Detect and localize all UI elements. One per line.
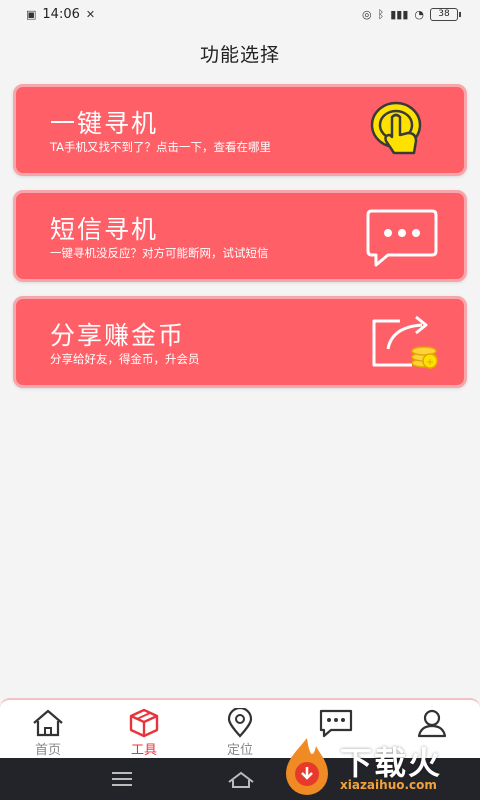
svg-text:+: + — [426, 357, 434, 368]
share-coins-icon: + — [372, 315, 438, 369]
status-time: 14:06 — [42, 6, 80, 22]
card-title: 分享赚金币 — [50, 321, 186, 350]
share-earn-card[interactable]: 分享赚金币 分享给好友，得金币，升会员 + — [13, 296, 467, 388]
home-icon — [33, 709, 63, 737]
nav-label: 工具 — [130, 743, 157, 758]
menu-icon[interactable] — [110, 770, 134, 788]
tap-hand-icon — [370, 101, 422, 155]
nav-item-location[interactable]: 定位 — [200, 700, 280, 758]
sim-icon: ▣ — [26, 7, 37, 21]
nav-label: 定位 — [226, 743, 253, 758]
flame-logo-icon — [286, 738, 328, 795]
nav-label: 首页 — [34, 743, 61, 758]
watermark-site: xiazaihuo.com — [340, 778, 437, 792]
tools-icon: ✕ — [85, 7, 96, 21]
wifi-icon: ◔ — [414, 7, 424, 21]
sms-find-card[interactable]: 短信寻机 一键寻机没反应？对方可能断网，试试短信 — [13, 190, 467, 282]
message-bubble-icon — [366, 209, 438, 267]
home-button-icon[interactable] — [226, 770, 256, 788]
location-pin-icon — [227, 708, 253, 738]
battery-icon: 38 — [430, 7, 461, 21]
card-subtitle: TA手机又找不到了？点击一下，查看在哪里 — [50, 140, 271, 154]
one-key-find-card[interactable]: 一键寻机 TA手机又找不到了？点击一下，查看在哪里 — [13, 84, 467, 176]
card-subtitle: 一键寻机没反应？对方可能断网，试试短信 — [50, 246, 269, 260]
status-bar: ▣ 14:06 ✕ ◎ ᛒ ▮▮▮ ◔ 38 — [0, 0, 480, 28]
nav-item-home[interactable]: 首页 — [8, 700, 88, 758]
page-title: 功能选择 — [199, 44, 280, 66]
toolbox-icon — [129, 708, 159, 738]
bluetooth-icon: ᛒ — [377, 7, 385, 21]
nav-item-tools[interactable]: 工具 — [104, 700, 184, 758]
card-subtitle: 分享给好友，得金币，升会员 — [50, 352, 200, 366]
card-title: 短信寻机 — [50, 215, 159, 244]
card-title: 一键寻机 — [50, 109, 159, 138]
watermark-logo: 下载火 xiazaihuo.com — [276, 734, 472, 796]
location-status-icon: ◎ — [362, 7, 372, 21]
signal-icon: ▮▮▮ — [390, 7, 409, 21]
